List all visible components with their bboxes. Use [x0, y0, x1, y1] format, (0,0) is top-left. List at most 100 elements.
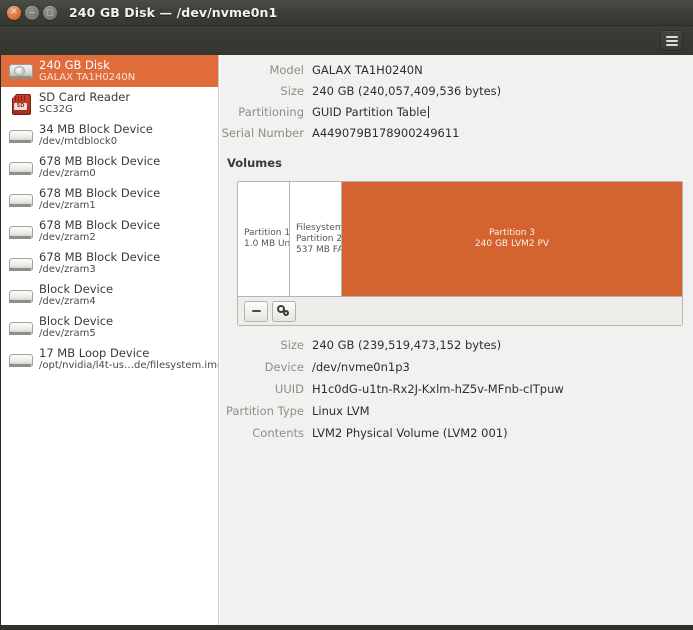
- volume-bar[interactable]: Partition 1 1.0 MB Un… Filesystem Partit…: [238, 182, 682, 297]
- block-device-icon: [8, 283, 33, 307]
- sidebar-item-title: 678 MB Block Device: [39, 250, 161, 264]
- text-cursor: [427, 106, 429, 118]
- drive-info-row-size: Size 240 GB (240,057,409,536 bytes): [220, 84, 693, 105]
- sidebar-item-text: 34 MB Block Device /dev/mtdblock0: [39, 123, 153, 148]
- sidebar-item-loop-device[interactable]: 17 MB Loop Device /opt/nvidia/l4t-us…de/…: [1, 343, 218, 375]
- partition-detail: 240 GB LVM2 PV: [474, 239, 550, 249]
- field-value: GALAX TA1H0240N: [312, 63, 423, 77]
- sidebar-item-disk[interactable]: 240 GB Disk GALAX TA1H0240N: [1, 55, 218, 87]
- sidebar-item-subtitle: /dev/zram5: [39, 327, 96, 339]
- minimize-icon: –: [29, 5, 35, 19]
- field-label: Contents: [252, 426, 304, 440]
- sidebar-item-text: 17 MB Loop Device /opt/nvidia/l4t-us…de/…: [39, 347, 218, 372]
- drive-info-row-model: Model GALAX TA1H0240N: [220, 63, 693, 84]
- partition-1-block[interactable]: Partition 1 1.0 MB Un…: [238, 182, 290, 296]
- volume-info-row-partition-type: Partition Type Linux LVM: [220, 404, 693, 426]
- disks-application-window: × – □ 240 GB Disk — /dev/nvme0n1 240 GB …: [0, 0, 693, 630]
- minus-icon: [251, 310, 261, 312]
- field-label: Serial Number: [221, 126, 304, 140]
- partition-3-block[interactable]: Partition 3 240 GB LVM2 PV: [342, 182, 682, 296]
- sidebar-item-text: Block Device /dev/zram5: [39, 315, 113, 340]
- sidebar-item-text: 678 MB Block Device /dev/zram2: [39, 219, 160, 244]
- volumes-section-title: Volumes: [227, 156, 282, 170]
- sidebar-item-text: 678 MB Block Device /dev/zram1: [39, 187, 160, 212]
- partition-name: Partition 2: [296, 233, 342, 244]
- sidebar-item-text: Block Device /dev/zram4: [39, 283, 113, 308]
- volume-info-row-size: Size 240 GB (239,519,473,152 bytes): [220, 338, 693, 360]
- field-value[interactable]: GUID Partition Table: [312, 105, 429, 119]
- maximize-icon: □: [46, 7, 54, 16]
- sidebar-item-text: 678 MB Block Device /dev/zram3: [39, 251, 160, 276]
- sidebar-item-text: 240 GB Disk GALAX TA1H0240N: [39, 59, 135, 84]
- field-value: H1c0dG-u1tn-Rx2J-Kxlm-hZ5v-MFnb-cITpuw: [312, 382, 564, 396]
- block-device-icon: [8, 187, 33, 211]
- window-title: 240 GB Disk — /dev/nvme0n1: [69, 5, 278, 20]
- sidebar-item-subtitle: /dev/mtdblock0: [39, 135, 118, 147]
- hard-disk-icon: [8, 59, 33, 83]
- volume-info-row-device: Device /dev/nvme0n1p3: [220, 360, 693, 382]
- sidebar-item-title: 678 MB Block Device: [39, 218, 161, 232]
- hamburger-menu-icon[interactable]: [660, 30, 683, 51]
- partition-filesystem-label: Filesystem: [296, 222, 342, 233]
- sidebar-item-title: 34 MB Block Device: [39, 122, 153, 136]
- partition-name: Partition 1: [244, 228, 290, 238]
- field-label: Partition Type: [226, 404, 304, 418]
- close-window-button[interactable]: ×: [7, 5, 21, 20]
- sd-card-icon: SD: [8, 91, 32, 115]
- drive-info-row-partitioning: Partitioning GUID Partition Table: [220, 105, 693, 126]
- sidebar-item-title: 678 MB Block Device: [39, 186, 161, 200]
- sidebar-item-zram3[interactable]: 678 MB Block Device /dev/zram3: [1, 247, 218, 279]
- sidebar-item-title: SD Card Reader: [39, 90, 131, 104]
- block-device-icon: [8, 251, 33, 275]
- volume-toolbar: [238, 297, 682, 325]
- sidebar-item-title: Block Device: [39, 282, 114, 296]
- menu-line-1: [665, 35, 678, 38]
- partition-name: Partition 3: [488, 228, 536, 238]
- close-icon: ×: [10, 6, 18, 17]
- minimize-window-button[interactable]: –: [25, 5, 39, 20]
- header-toolbar: [0, 26, 693, 55]
- sidebar-item-sd-card-reader[interactable]: SD SD Card Reader SC32G: [1, 87, 218, 119]
- sidebar-item-subtitle: /opt/nvidia/l4t-us…de/filesystem.img: [39, 359, 218, 371]
- field-label: Device: [264, 360, 304, 374]
- sidebar-item-subtitle: SC32G: [39, 103, 73, 115]
- volume-info-table: Size 240 GB (239,519,473,152 bytes) Devi…: [220, 338, 693, 448]
- sidebar-item-zram4[interactable]: Block Device /dev/zram4: [1, 279, 218, 311]
- sidebar-item-subtitle: /dev/zram1: [39, 199, 96, 211]
- block-device-icon: [8, 155, 33, 179]
- delete-partition-button[interactable]: [244, 300, 268, 322]
- maximize-window-button[interactable]: □: [43, 5, 57, 20]
- field-label: UUID: [274, 382, 304, 396]
- partitioning-text: GUID Partition Table: [312, 105, 427, 119]
- block-device-icon: [8, 347, 33, 371]
- sidebar-item-subtitle: /dev/zram0: [39, 167, 96, 179]
- menu-line-3: [665, 43, 678, 46]
- sidebar-item-zram2[interactable]: 678 MB Block Device /dev/zram2: [1, 215, 218, 247]
- partition-options-button[interactable]: [272, 300, 296, 322]
- sidebar-item-zram0[interactable]: 678 MB Block Device /dev/zram0: [1, 151, 218, 183]
- sidebar-item-text: SD Card Reader SC32G: [39, 91, 130, 116]
- partition-2-block[interactable]: Filesystem Partition 2 537 MB FAT: [290, 182, 342, 296]
- sidebar-item-title: 678 MB Block Device: [39, 154, 161, 168]
- field-label: Size: [280, 84, 304, 98]
- sidebar-item-mtdblock0[interactable]: 34 MB Block Device /dev/mtdblock0: [1, 119, 218, 151]
- volume-info-row-contents: Contents LVM2 Physical Volume (LVM2 001): [220, 426, 693, 448]
- sidebar-item-zram5[interactable]: Block Device /dev/zram5: [1, 311, 218, 343]
- device-list-sidebar[interactable]: 240 GB Disk GALAX TA1H0240N SD SD Card R…: [1, 55, 219, 625]
- main-body: 240 GB Disk GALAX TA1H0240N SD SD Card R…: [0, 55, 693, 625]
- block-device-icon: [8, 315, 33, 339]
- menu-line-2: [665, 39, 678, 42]
- field-value: 240 GB (240,057,409,536 bytes): [312, 84, 502, 98]
- sidebar-item-zram1[interactable]: 678 MB Block Device /dev/zram1: [1, 183, 218, 215]
- sidebar-item-subtitle: /dev/zram3: [39, 263, 96, 275]
- sidebar-item-subtitle: /dev/zram4: [39, 295, 96, 307]
- sidebar-item-subtitle: /dev/zram2: [39, 231, 96, 243]
- volumes-widget: Partition 1 1.0 MB Un… Filesystem Partit…: [237, 181, 683, 326]
- sidebar-item-title: Block Device: [39, 314, 114, 328]
- gears-icon: [277, 304, 291, 318]
- drive-info-table: Model GALAX TA1H0240N Size 240 GB (240,0…: [220, 55, 693, 147]
- sidebar-item-subtitle: GALAX TA1H0240N: [39, 71, 136, 83]
- window-controls: × – □: [0, 5, 57, 20]
- volume-info-row-uuid: UUID H1c0dG-u1tn-Rx2J-Kxlm-hZ5v-MFnb-cIT…: [220, 382, 693, 404]
- field-value: /dev/nvme0n1p3: [312, 360, 410, 374]
